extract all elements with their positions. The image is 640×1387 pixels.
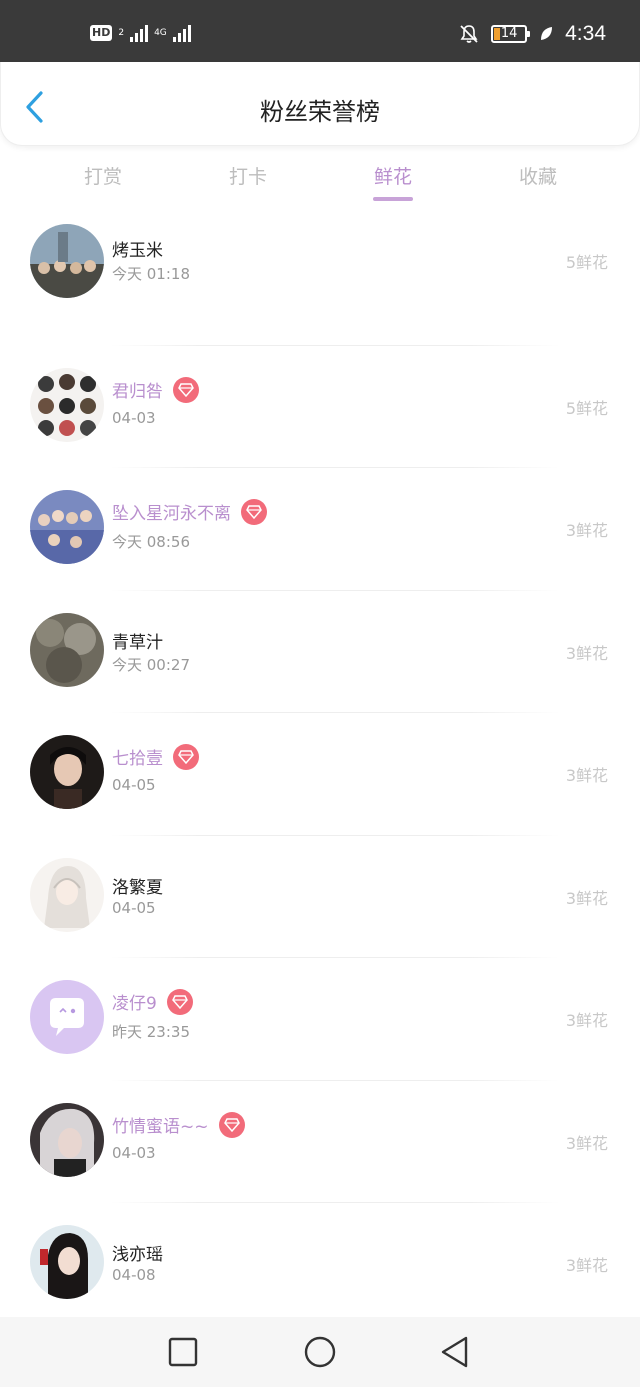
avatar[interactable] [30, 980, 104, 1054]
fan-time: 04-03 [112, 1143, 156, 1162]
divider [110, 834, 560, 836]
fan-name: 凌仔9 [112, 989, 193, 1017]
fan-time: 04-05 [112, 898, 156, 917]
divider [110, 1202, 560, 1203]
page-title: 粉丝荣誉榜 [260, 98, 380, 126]
list-item[interactable]: 七拾壹 04-05 3鲜花 [0, 712, 640, 835]
divider [110, 467, 560, 468]
hd-icon: HD [90, 25, 113, 41]
tab-underline [373, 197, 413, 201]
list-item[interactable]: 坠入星河永不离 今天 08:56 3鲜花 [0, 467, 640, 590]
avatar[interactable] [30, 367, 104, 442]
list-item[interactable]: 浅亦瑶 04-08 3鲜花 [0, 1202, 640, 1325]
diamond-icon [173, 744, 199, 770]
fan-time: 04-05 [112, 776, 156, 794]
tab-label: 打赏 [83, 166, 122, 188]
tab-tip[interactable]: 打赏 [63, 162, 143, 189]
circle-icon[interactable] [303, 1335, 337, 1369]
flower-count: 3鲜花 [565, 888, 608, 908]
fan-time: 04-08 [112, 1266, 156, 1284]
sim-indicator: 2 [118, 28, 125, 38]
status-bar: HD 2 4G 14 4:34 [0, 0, 640, 62]
status-time: 4:34 [565, 22, 606, 45]
fan-name-text: 凌仔9 [112, 994, 157, 1014]
flower-count: 3鲜花 [565, 1133, 608, 1153]
tab-label: 打卡 [228, 166, 267, 188]
flower-count: 3鲜花 [565, 643, 608, 663]
divider [110, 957, 560, 958]
status-left: HD 2 4G [90, 24, 191, 42]
divider [110, 589, 560, 591]
avatar[interactable] [30, 224, 104, 298]
avatar[interactable] [30, 735, 104, 809]
tab-label: 鲜花 [373, 166, 412, 188]
fan-name-text: 坠入星河永不离 [112, 504, 231, 524]
fan-name-text: 烤玉米 [112, 241, 163, 261]
list-item[interactable]: 凌仔9 昨天 23:35 3鲜花 [0, 957, 640, 1080]
flower-count: 3鲜花 [565, 1011, 608, 1030]
list-item[interactable]: 竹情蜜语~~ 04-03 3鲜花 [0, 1079, 640, 1203]
flower-count: 3鲜花 [565, 1256, 608, 1275]
avatar[interactable] [30, 490, 104, 564]
flower-count: 3鲜花 [565, 766, 608, 785]
tab-favorites[interactable]: 收藏 [498, 162, 578, 189]
flower-count: 5鲜花 [565, 253, 608, 272]
fan-time: 今天 08:56 [112, 533, 190, 551]
battery-level: 14 [500, 26, 518, 41]
flower-count: 5鲜花 [565, 398, 608, 418]
fan-name-text: 浅亦瑶 [112, 1245, 163, 1265]
leaf-icon [541, 27, 553, 40]
square-icon[interactable] [166, 1335, 200, 1369]
fan-name: 竹情蜜语~~ [112, 1111, 245, 1140]
system-nav-bar [0, 1317, 640, 1387]
fan-name-text: 君归咎 [112, 381, 163, 402]
avatar[interactable] [30, 1225, 104, 1299]
diamond-icon [218, 1111, 245, 1138]
fan-name: 青草汁 [112, 628, 163, 653]
bell-off-icon [460, 25, 478, 43]
fan-name-text: 洛繁夏 [112, 877, 163, 898]
tab-bar: 打赏 打卡 鲜花 收藏 [0, 150, 640, 210]
signal-icon-2 [172, 24, 191, 42]
fan-name: 洛繁夏 [112, 873, 163, 898]
avatar[interactable] [30, 1102, 104, 1177]
fan-time: 今天 00:27 [112, 655, 190, 674]
fan-name-text: 青草汁 [112, 632, 163, 653]
fan-name: 君归咎 [112, 376, 199, 405]
diamond-icon [173, 376, 199, 403]
triangle-back-icon[interactable] [438, 1335, 472, 1369]
fan-time: 今天 01:18 [112, 265, 190, 283]
list-item[interactable]: 君归咎 04-03 5鲜花 [0, 344, 640, 468]
divider [110, 344, 560, 346]
divider [110, 712, 560, 713]
fan-time: 昨天 23:35 [112, 1023, 190, 1041]
fan-name-text: 七拾壹 [112, 749, 163, 769]
fan-name: 浅亦瑶 [112, 1240, 163, 1265]
list-item[interactable]: 洛繁夏 04-05 3鲜花 [0, 834, 640, 958]
avatar[interactable] [30, 857, 104, 932]
tab-flowers[interactable]: 鲜花 [353, 162, 433, 201]
fan-name-text: 竹情蜜语~~ [112, 1116, 209, 1137]
fan-time: 04-03 [112, 408, 156, 427]
avatar[interactable] [30, 612, 104, 687]
fan-name: 坠入星河永不离 [112, 499, 267, 527]
fan-name: 烤玉米 [112, 236, 163, 261]
list-item[interactable]: 烤玉米 今天 01:18 5鲜花 [0, 222, 640, 345]
diamond-icon [166, 989, 193, 1015]
list-item[interactable]: 青草汁 今天 00:27 3鲜花 [0, 589, 640, 713]
network-type: 4G [154, 28, 167, 38]
tab-label: 收藏 [518, 166, 557, 188]
fan-list: 烤玉米 今天 01:18 5鲜花 君归咎 04-03 5鲜花 坠入星河永不离 今… [0, 222, 640, 1325]
tab-checkin[interactable]: 打卡 [208, 162, 288, 189]
signal-icon [130, 24, 149, 42]
header: 粉丝荣誉榜 [0, 62, 640, 146]
divider [110, 1079, 560, 1081]
fan-name: 七拾壹 [112, 744, 199, 772]
diamond-icon [241, 499, 267, 525]
battery-icon: 14 [491, 25, 531, 43]
flower-count: 3鲜花 [565, 521, 608, 540]
status-right: 14 4:34 [459, 22, 606, 46]
